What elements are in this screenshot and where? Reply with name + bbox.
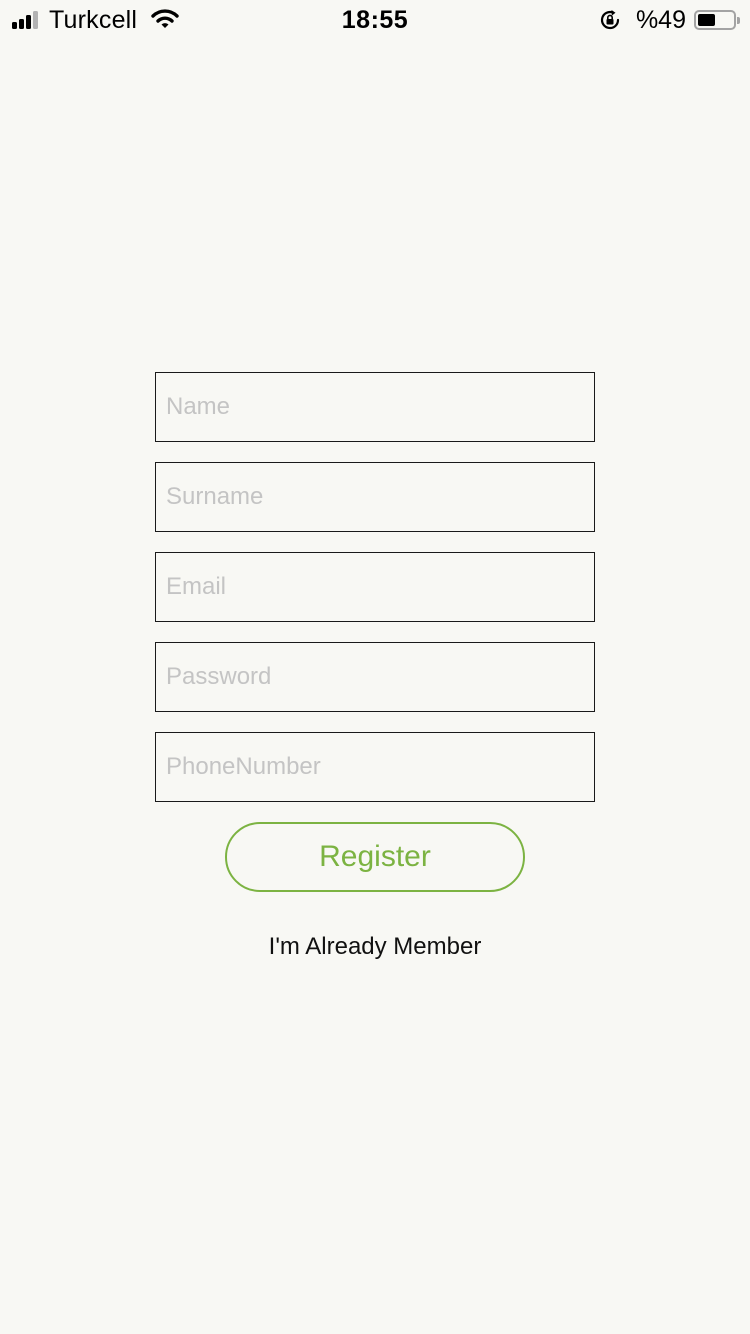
- password-input[interactable]: [155, 642, 595, 712]
- register-button[interactable]: Register: [225, 822, 525, 892]
- surname-input[interactable]: [155, 462, 595, 532]
- email-input[interactable]: [155, 552, 595, 622]
- battery-percent: %49: [635, 6, 686, 34]
- name-input[interactable]: [155, 372, 595, 442]
- phone-number-input[interactable]: [155, 732, 595, 802]
- already-member-link[interactable]: I'm Already Member: [175, 928, 575, 966]
- status-bar: Turkcell 18:55 %49: [0, 0, 750, 40]
- register-form: [155, 372, 595, 822]
- rotation-lock-icon: [600, 10, 620, 30]
- battery-icon: [694, 10, 740, 30]
- status-bar-right: %49: [598, 0, 740, 40]
